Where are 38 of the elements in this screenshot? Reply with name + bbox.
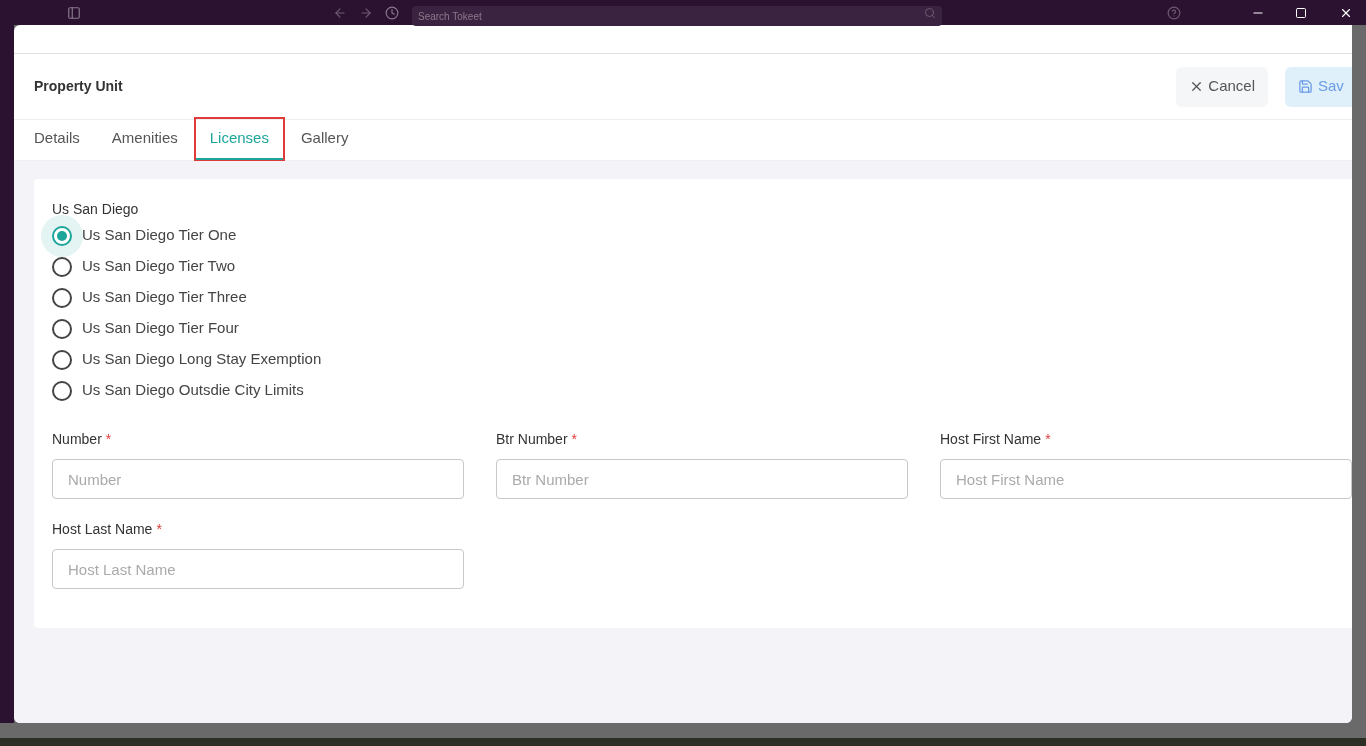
required-mark: * (105, 430, 112, 447)
input-field[interactable]: Host Last Name (52, 549, 464, 589)
required-mark: * (571, 430, 578, 447)
required-mark: * (1045, 430, 1051, 447)
radio-label: Us San Diego Tier Four (82, 318, 239, 339)
tab[interactable]: Details (34, 119, 80, 160)
radio-label: Us San Diego Tier Two (82, 256, 236, 277)
forward-icon[interactable] (359, 5, 373, 20)
history-icon[interactable] (385, 5, 399, 20)
field-label: Number (52, 430, 102, 447)
radio-button[interactable] (52, 287, 72, 308)
radio-label: Us San Diego Tier Three (82, 287, 247, 308)
cancel-button[interactable]: Cancel (1176, 66, 1268, 107)
input-field[interactable]: Number (52, 459, 464, 499)
field-label: Btr Number (496, 430, 568, 447)
sidebar-toggle-icon[interactable] (67, 5, 81, 20)
required-mark: * (156, 520, 162, 537)
field-label: Host First Name (940, 430, 1042, 447)
radio-button[interactable] (52, 380, 72, 401)
input-field[interactable]: Btr Number (496, 459, 908, 499)
input-field[interactable]: Host First Name (940, 459, 1352, 499)
tab[interactable]: Amenities (111, 119, 178, 160)
radio-label: Us San Diego Tier One (82, 225, 237, 246)
search-icon (924, 6, 936, 19)
save-icon (1298, 79, 1313, 94)
maximize-icon[interactable] (1295, 6, 1307, 19)
field-label: Host Last Name (52, 520, 153, 537)
back-icon[interactable] (333, 5, 347, 20)
radio-button[interactable] (52, 349, 72, 370)
search-field[interactable]: Search Tokeet (412, 6, 942, 26)
radio-label: Us San Diego Long Stay Exemption (82, 349, 322, 370)
radio-button[interactable] (52, 256, 72, 277)
help-icon[interactable] (1167, 5, 1181, 20)
radio-label: Us San Diego Outsdie City Limits (82, 380, 304, 401)
modal-title: Property Unit (34, 77, 123, 96)
tab[interactable]: Gallery (300, 119, 349, 160)
group-title: Us San Diego (52, 200, 140, 217)
radio-button[interactable] (52, 318, 72, 339)
